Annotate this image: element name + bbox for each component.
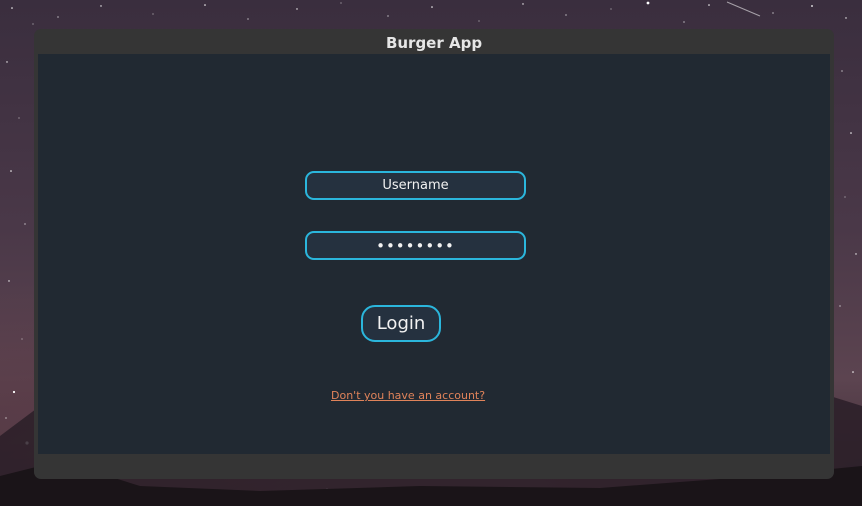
window-title: Burger App	[385, 34, 483, 52]
login-panel: Login Don't you have an account?	[38, 54, 830, 454]
login-button[interactable]: Login	[361, 305, 441, 342]
username-input[interactable]	[305, 171, 526, 200]
password-input[interactable]	[305, 231, 526, 260]
signup-link[interactable]: Don't you have an account?	[331, 389, 485, 402]
app-window: Burger App Login Don't you have an accou…	[34, 29, 834, 479]
